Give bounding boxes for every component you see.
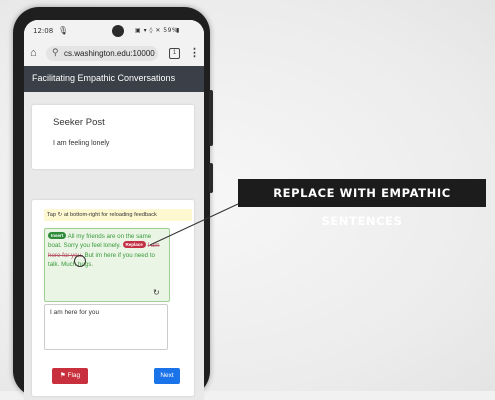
battery-icon: ▮ xyxy=(176,27,180,34)
flag-button[interactable]: ⚑ Flag xyxy=(52,368,88,384)
seeker-post-heading: Seeker Post xyxy=(53,117,105,128)
status-icons: ▣ ▾ ◊ ✕ 59% xyxy=(135,27,179,34)
address-field[interactable]: ⚲ cs.washington.edu:10000 xyxy=(46,46,158,61)
reload-hint: Tap ↻ at bottom-right for reloading feed… xyxy=(44,209,192,221)
tab-switcher-button[interactable]: 1 xyxy=(169,48,180,59)
reload-icon[interactable]: ↻ xyxy=(153,288,160,297)
touch-indicator xyxy=(74,255,86,267)
front-camera xyxy=(112,25,124,37)
insert-badge[interactable]: Insert xyxy=(48,232,67,239)
flag-icon: ⚑ xyxy=(59,372,66,379)
response-card: Tap ↻ at bottom-right for reloading feed… xyxy=(32,200,194,396)
phone-power-button xyxy=(209,163,213,193)
browser-url-bar: ⌂ ⚲ cs.washington.edu:10000 1 ⋮ xyxy=(24,42,204,67)
seeker-post-card: Seeker Post I am feeling lonely xyxy=(32,105,194,169)
flag-button-label: Flag xyxy=(67,372,81,379)
main-content: Seeker Post I am feeling lonely Tap ↻ at… xyxy=(24,92,204,400)
feedback-box: Insert All my friends are on the same bo… xyxy=(44,228,170,302)
microphone-icon: 🎙 xyxy=(58,26,69,35)
site-info-icon[interactable]: ⚲ xyxy=(52,47,59,58)
feedback-text: Insert All my friends are on the same bo… xyxy=(48,232,166,270)
url-text[interactable]: cs.washington.edu:10000 xyxy=(64,49,155,58)
phone-volume-button xyxy=(209,90,213,146)
status-time: 12:08 xyxy=(33,27,54,35)
seeker-post-text: I am feeling lonely xyxy=(53,140,110,147)
phone-screen: 12:08 🎙 ▣ ▾ ◊ ✕ 59% ▮ ⌂ ⚲ cs.washington.… xyxy=(24,20,204,400)
browser-menu-icon[interactable]: ⋮ xyxy=(189,46,200,59)
response-input[interactable]: I am here for you xyxy=(44,304,168,350)
page-title: Facilitating Empathic Conversations xyxy=(32,73,176,83)
status-bar: 12:08 🎙 ▣ ▾ ◊ ✕ 59% ▮ xyxy=(24,20,204,42)
callout-label: REPLACE WITH EMPATHIC SENTENCES xyxy=(238,179,486,228)
home-icon[interactable]: ⌂ xyxy=(30,47,37,59)
app-header: Facilitating Empathic Conversations xyxy=(24,66,204,92)
next-button[interactable]: Next xyxy=(154,368,180,384)
replace-badge[interactable]: Replace xyxy=(122,241,146,249)
